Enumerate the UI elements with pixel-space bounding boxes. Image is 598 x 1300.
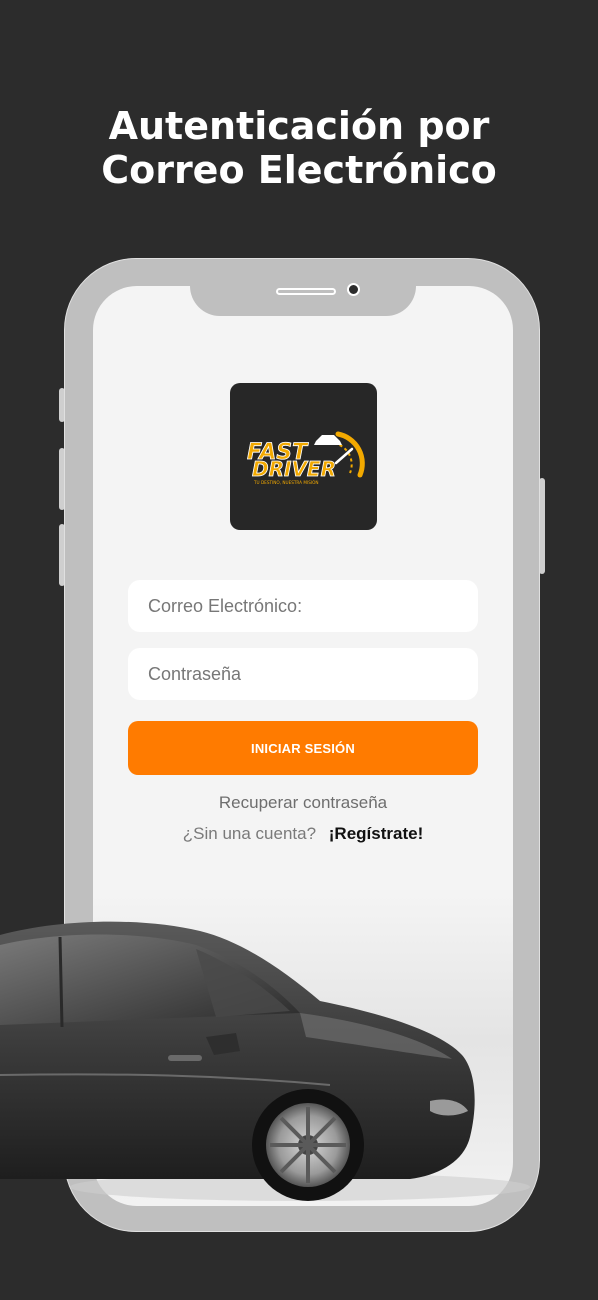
headline-line-1: Autenticación por: [108, 104, 490, 148]
car-illustration: [0, 921, 530, 1201]
promo-headline: Autenticación por Correo Electrónico: [0, 104, 598, 192]
app-logo: FAST DRIVER TU DESTINO, NUESTRA MISIÓN: [230, 383, 377, 530]
password-field[interactable]: [128, 648, 478, 700]
logo-word-driver: DRIVER: [252, 457, 336, 481]
phone-notch: [190, 278, 416, 316]
signup-row: ¿Sin una cuenta? ¡Regístrate!: [128, 823, 478, 845]
signup-link[interactable]: ¡Regístrate!: [329, 824, 423, 843]
email-field[interactable]: [128, 580, 478, 632]
logo-tagline: TU DESTINO, NUESTRA MISIÓN: [253, 480, 319, 485]
headline-line-2: Correo Electrónico: [101, 148, 497, 192]
front-camera-icon: [347, 283, 360, 296]
signup-prompt: ¿Sin una cuenta?: [182, 824, 317, 843]
recover-password-link[interactable]: Recuperar contraseña: [128, 792, 478, 814]
phone-speaker: [276, 288, 336, 295]
login-button[interactable]: INICIAR SESIÓN: [128, 721, 478, 775]
